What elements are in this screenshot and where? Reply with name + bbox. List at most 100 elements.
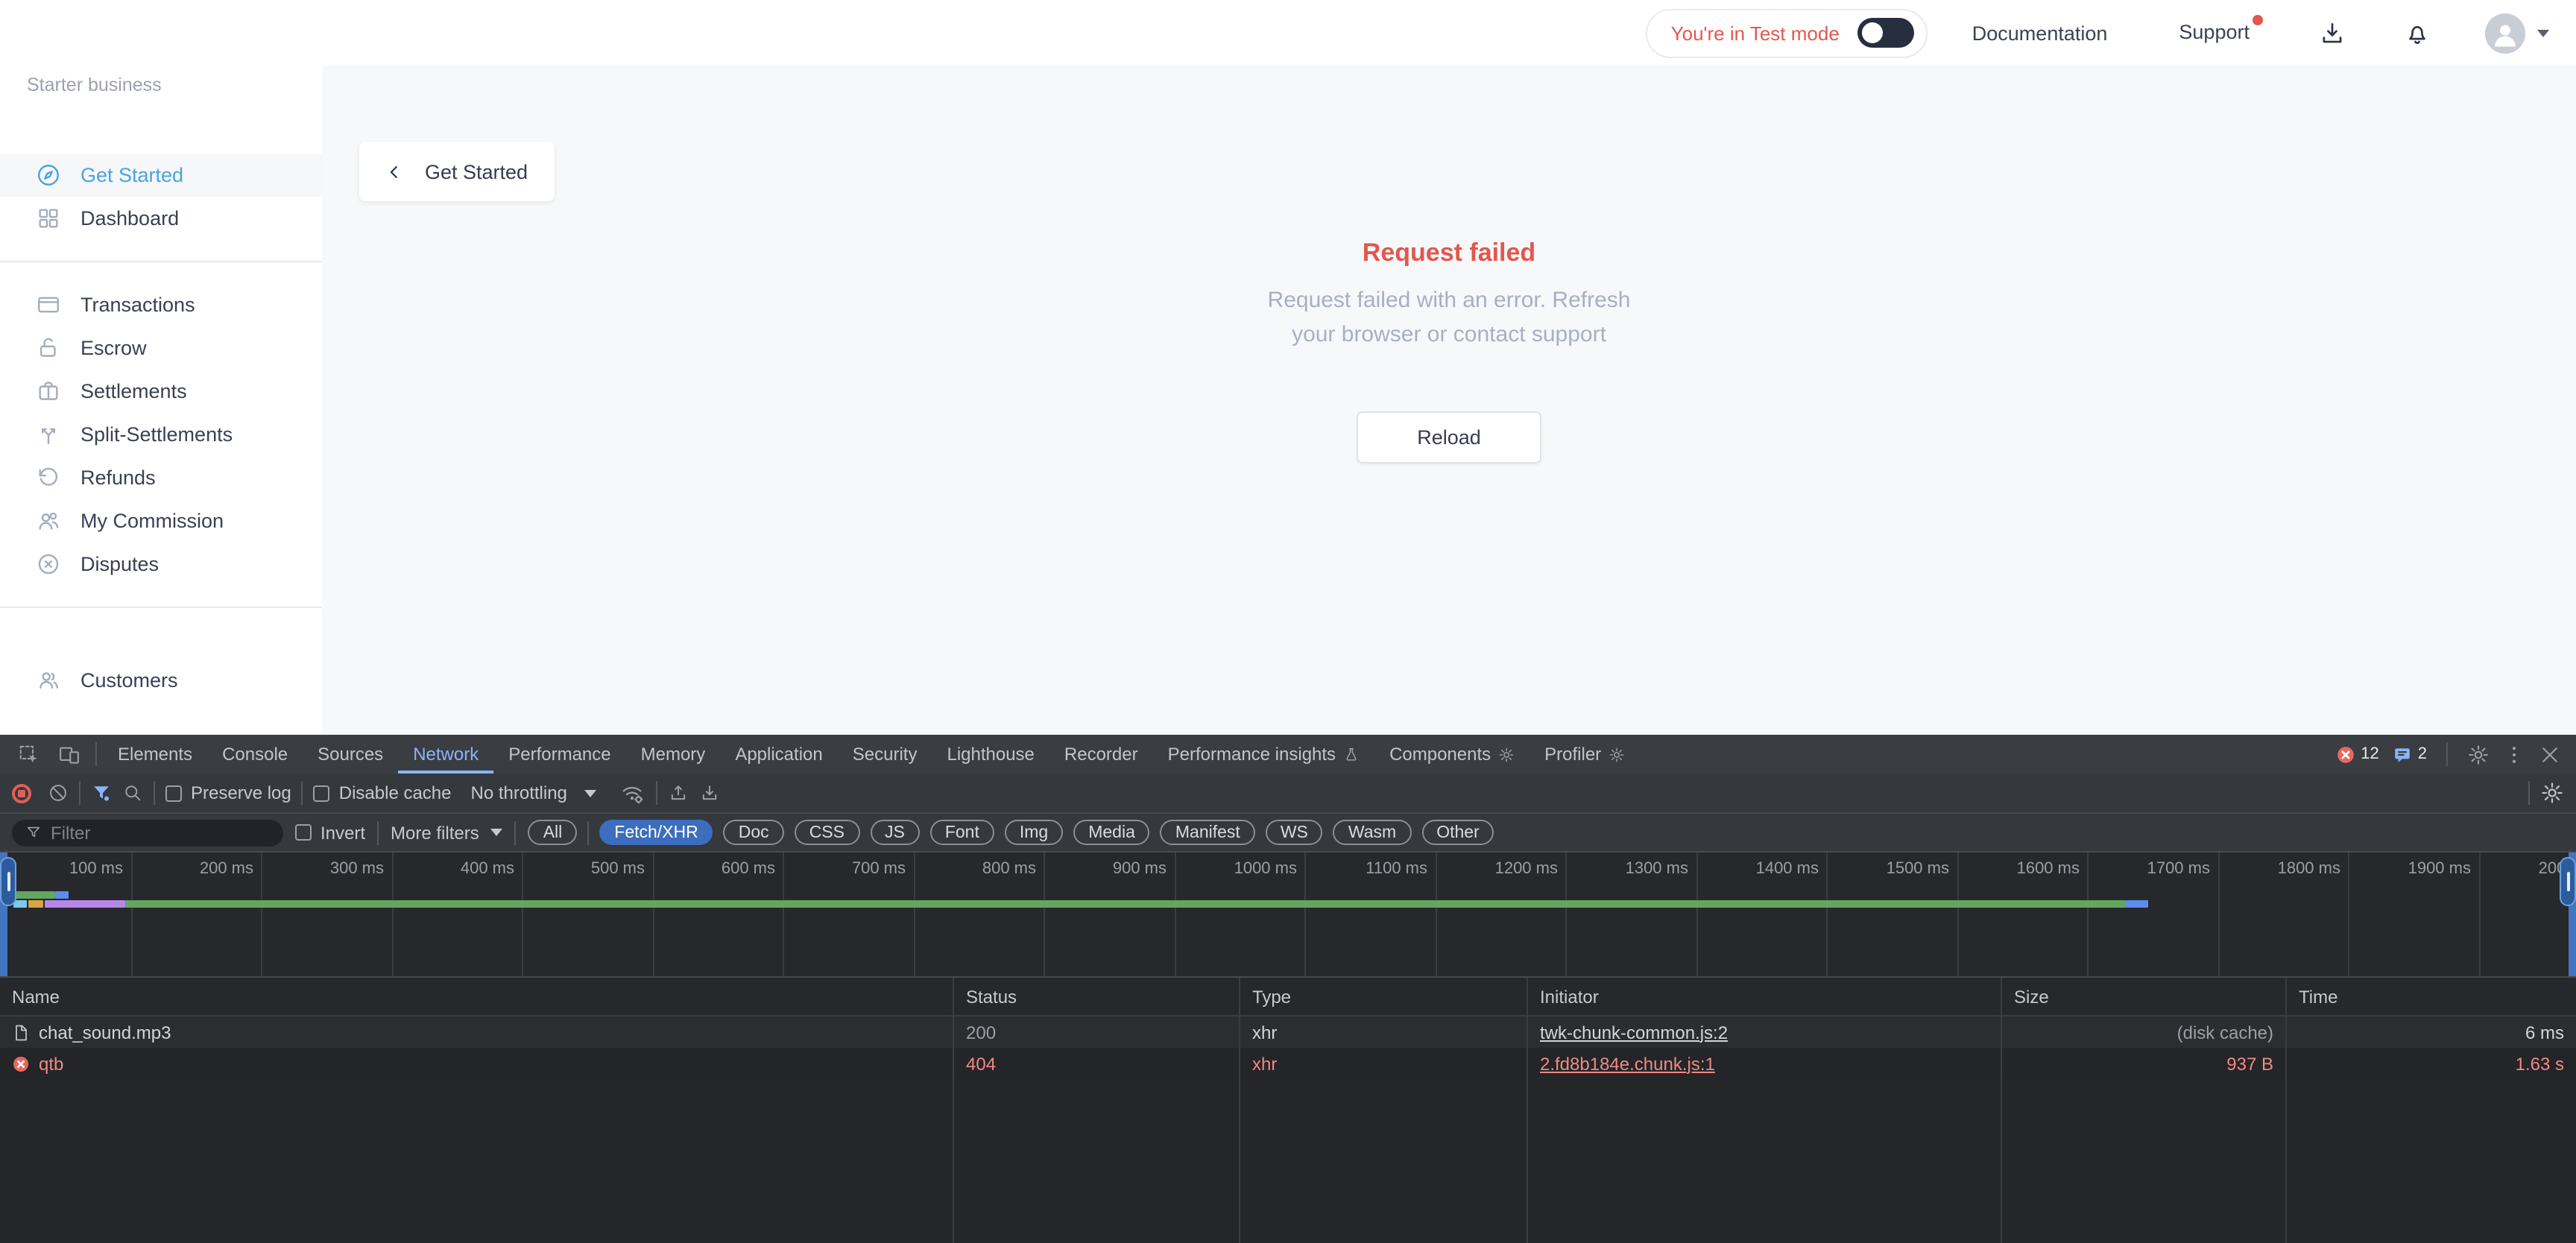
column-header-type[interactable]: Type <box>1240 978 1528 1015</box>
column-header-status[interactable]: Status <box>954 978 1240 1015</box>
devtools-tab-elements[interactable]: Elements <box>103 735 207 774</box>
devtools-tab-components[interactable]: Components <box>1374 735 1530 774</box>
throttling-value: No throttling <box>471 782 567 803</box>
close-devtools-icon[interactable] <box>2539 743 2561 765</box>
filter-pill-other[interactable]: Other <box>1421 820 1494 845</box>
ruler-tick-label: 1000 ms <box>1234 860 1304 878</box>
documentation-link[interactable]: Documentation <box>1972 22 2108 44</box>
cell-initiator: twk-chunk-common.js:2 <box>1528 1016 2002 1048</box>
sidebar-item-settlements[interactable]: Settlements <box>0 370 322 413</box>
search-icon[interactable] <box>122 782 143 803</box>
filter-pill-font[interactable]: Font <box>930 820 994 845</box>
inspect-element-icon[interactable] <box>18 743 40 765</box>
devtools-tab-performance-insights[interactable]: Performance insights <box>1153 735 1374 774</box>
ruler-tick-label: 500 ms <box>591 860 652 878</box>
download-icon[interactable] <box>2318 19 2346 47</box>
filterbar-separator <box>515 820 517 844</box>
request-row-qtb[interactable]: qtb404xhr2.fd8b184e.chunk.js:1937 B1.63 … <box>0 1048 2576 1079</box>
devtools-tab-security[interactable]: Security <box>838 735 932 774</box>
sidebar-item-my-commission[interactable]: My Commission <box>0 499 322 543</box>
ruler-tick-label: 800 ms <box>982 860 1044 878</box>
sidebar-item-split-settlements[interactable]: Split-Settlements <box>0 413 322 456</box>
filter-pill-ws[interactable]: WS <box>1266 820 1323 845</box>
column-header-time[interactable]: Time <box>2287 978 2576 1015</box>
overview-right-handle[interactable] <box>2569 853 2576 976</box>
column-header-name[interactable]: Name <box>0 978 954 1015</box>
filter-pill-manifest[interactable]: Manifest <box>1161 820 1255 845</box>
devtools-tab-recorder[interactable]: Recorder <box>1049 735 1153 774</box>
sidebar-item-disputes[interactable]: Disputes <box>0 543 322 586</box>
filter-input[interactable] <box>51 822 259 843</box>
sidebar-item-customers[interactable]: Customers <box>0 659 322 702</box>
column-header-size[interactable]: Size <box>2002 978 2287 1015</box>
request-row-chat-sound-mp3[interactable]: chat_sound.mp3200xhrtwk-chunk-common.js:… <box>0 1016 2576 1048</box>
sidebar-item-get-started[interactable]: Get Started <box>0 154 322 197</box>
filter-pill-js[interactable]: JS <box>870 820 920 845</box>
filter-pill-img[interactable]: Img <box>1005 820 1063 845</box>
devtools-tab-lighthouse[interactable]: Lighthouse <box>932 735 1049 774</box>
device-toolbar-icon[interactable] <box>58 743 80 765</box>
disable-cache-label: Disable cache <box>339 782 452 803</box>
ruler-gridline <box>2087 853 2089 976</box>
ruler-tick-label: 400 ms <box>461 860 522 878</box>
record-network-log-icon[interactable] <box>12 783 31 803</box>
sidebar-item-label: Refunds <box>80 466 156 489</box>
invert-checkbox[interactable]: Invert <box>295 822 365 843</box>
cell-status: 404 <box>954 1048 1240 1079</box>
devtools-tab-memory[interactable]: Memory <box>626 735 721 774</box>
support-link[interactable]: Support <box>2179 19 2250 46</box>
tab-label: Recorder <box>1064 744 1138 765</box>
filter-funnel-icon[interactable] <box>91 782 112 803</box>
sidebar-item-refunds[interactable]: Refunds <box>0 456 322 499</box>
devtools-tab-profiler[interactable]: Profiler <box>1530 735 1640 774</box>
avatar[interactable] <box>2485 13 2525 53</box>
export-har-icon[interactable] <box>700 782 721 803</box>
devtools-tab-network[interactable]: Network <box>398 735 493 774</box>
throttling-dropdown[interactable]: No throttling <box>471 782 597 803</box>
requests-table-body: chat_sound.mp3200xhrtwk-chunk-common.js:… <box>0 1016 2576 1079</box>
devtools-tab-performance[interactable]: Performance <box>493 735 625 774</box>
filter-pill-fetch-xhr[interactable]: Fetch/XHR <box>599 820 713 845</box>
bell-icon[interactable] <box>2403 19 2431 47</box>
more-filters-dropdown[interactable]: More filters <box>391 822 503 843</box>
overview-left-handle[interactable] <box>0 853 7 976</box>
lock-open-icon <box>36 335 61 361</box>
request-type-pills: All Fetch/XHR Doc CSS JS Font Img Media Manifest… <box>528 820 1494 845</box>
filter-pill-wasm[interactable]: Wasm <box>1333 820 1411 845</box>
sidebar-item-dashboard[interactable]: Dashboard <box>0 197 322 240</box>
devtools-tab-sources[interactable]: Sources <box>303 735 398 774</box>
devtools-tab-application[interactable]: Application <box>720 735 837 774</box>
network-settings-gear-icon[interactable] <box>2540 781 2564 805</box>
column-header-initiator[interactable]: Initiator <box>1528 978 2002 1015</box>
clear-network-log-icon[interactable] <box>48 782 69 803</box>
cell-name: chat_sound.mp3 <box>0 1016 954 1048</box>
devtools-tab-console[interactable]: Console <box>207 735 303 774</box>
toggle-knob <box>1862 22 1883 43</box>
error-count-badge[interactable]: 12 <box>2335 744 2379 764</box>
preserve-log-checkbox[interactable]: Preserve log <box>165 782 291 803</box>
sidebar-item-label: Get Started <box>80 164 183 186</box>
initiator-link[interactable]: 2.fd8b184e.chunk.js:1 <box>1540 1053 1715 1074</box>
import-har-icon[interactable] <box>669 782 689 803</box>
kebab-menu-icon[interactable] <box>2503 743 2525 765</box>
toolbar-separator <box>657 781 658 805</box>
back-button[interactable]: Get Started <box>359 142 555 201</box>
filter-pill-all[interactable]: All <box>528 820 578 845</box>
filter-pill-doc[interactable]: Doc <box>724 820 784 845</box>
support-notification-dot <box>2253 15 2263 25</box>
filter-pill-css[interactable]: CSS <box>795 820 859 845</box>
sidebar-item-transactions[interactable]: Transactions <box>0 283 322 326</box>
disable-cache-checkbox[interactable]: Disable cache <box>314 782 452 803</box>
network-overview-timeline: 100 ms200 ms300 ms400 ms500 ms600 ms700 … <box>0 853 2576 978</box>
settings-gear-icon[interactable] <box>2467 743 2490 765</box>
filter-pill-media[interactable]: Media <box>1073 820 1150 845</box>
test-mode-toggle[interactable] <box>1857 18 1914 48</box>
message-count-badge[interactable]: 2 <box>2393 744 2427 764</box>
ruler-gridline <box>1174 853 1175 976</box>
account-caret-down-icon[interactable] <box>2537 29 2549 37</box>
network-conditions-icon[interactable] <box>619 781 646 805</box>
sidebar-item-escrow[interactable]: Escrow <box>0 326 322 370</box>
waterfall-segment-green <box>14 891 54 899</box>
initiator-link[interactable]: twk-chunk-common.js:2 <box>1540 1022 1728 1043</box>
reload-button[interactable]: Reload <box>1357 411 1541 464</box>
